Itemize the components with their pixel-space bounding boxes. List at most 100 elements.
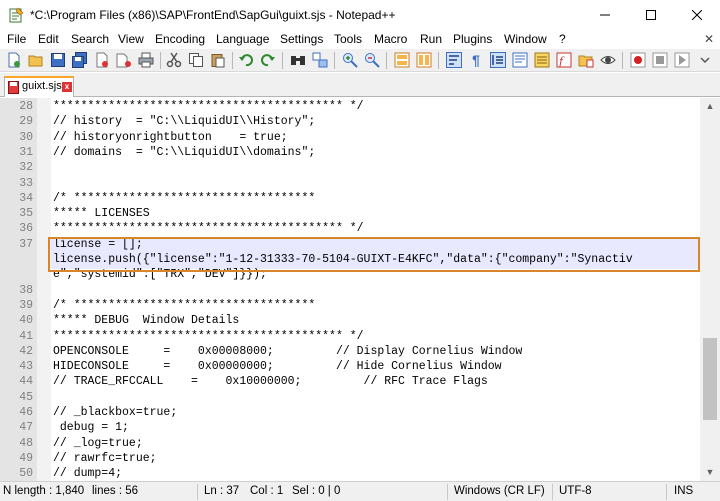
zoom-out-icon[interactable]: [364, 52, 380, 68]
window-title: *C:\Program Files (x86)\SAP\FrontEnd\Sap…: [30, 8, 396, 22]
code-line[interactable]: // historyonrightbutton = true;: [53, 131, 288, 144]
scrollbar-thumb[interactable]: [703, 338, 717, 420]
menu-settings[interactable]: Settings: [280, 32, 323, 46]
code-line[interactable]: // TRACE_RFCCALL = 0x10000000; // RFC Tr…: [53, 375, 488, 388]
save-icon[interactable]: [50, 52, 66, 68]
menu-edit[interactable]: Edit: [38, 32, 59, 46]
code-line[interactable]: HIDECONSOLE = 0x00000000; // Hide Cornel…: [53, 360, 502, 373]
macro-play-icon[interactable]: [674, 52, 690, 68]
status-selection: Sel : 0 | 0: [292, 485, 341, 497]
menu-macro[interactable]: Macro: [374, 32, 407, 46]
zoom-in-icon[interactable]: [342, 52, 358, 68]
line-number: 44: [19, 375, 33, 389]
code-line[interactable]: ****************************************…: [53, 222, 364, 235]
menu-view[interactable]: View: [118, 32, 144, 46]
menu-search[interactable]: Search: [71, 32, 109, 46]
status-bar: N length : 1,840 lines : 56 Ln : 37 Col …: [0, 481, 720, 501]
menu-bar: File Edit Search View Encoding Language …: [0, 30, 720, 49]
code-line[interactable]: OPENCONSOLE = 0x00008000; // Display Cor…: [53, 345, 522, 358]
line-number: 37: [19, 237, 33, 251]
code-line[interactable]: /* ***********************************: [53, 299, 315, 312]
minimize-button[interactable]: [582, 0, 628, 30]
scroll-up-arrow-icon[interactable]: ▲: [700, 98, 720, 115]
code-line[interactable]: // dump=4;: [53, 467, 122, 480]
open-file-icon[interactable]: [28, 52, 44, 68]
function-list-icon[interactable]: f: [556, 52, 572, 68]
code-line[interactable]: // _log=true;: [53, 437, 143, 450]
code-line[interactable]: // _blackbox=true;: [53, 406, 177, 419]
copy-icon[interactable]: [188, 52, 204, 68]
line-number: 41: [19, 329, 33, 343]
code-line[interactable]: // history = "C:\\LiquidUI\\History";: [53, 115, 315, 128]
toolbar-overflow-icon[interactable]: [697, 52, 713, 68]
code-line[interactable]: // rawrfc=true;: [53, 452, 157, 465]
sync-vertical-scroll-icon[interactable]: [394, 52, 410, 68]
folder-as-workspace-icon[interactable]: [578, 52, 594, 68]
unsaved-file-icon: [8, 81, 19, 94]
menu-close-document[interactable]: ✕: [704, 32, 714, 46]
menu-encoding[interactable]: Encoding: [155, 32, 205, 46]
title-bar: *C:\Program Files (x86)\SAP\FrontEnd\Sap…: [0, 0, 720, 30]
scroll-down-arrow-icon[interactable]: ▼: [700, 464, 720, 481]
close-button[interactable]: [674, 0, 720, 30]
code-line[interactable]: ****************************************…: [53, 330, 364, 343]
status-insert-mode[interactable]: INS: [674, 485, 693, 497]
status-separator: [197, 484, 198, 500]
line-number: 28: [19, 100, 33, 113]
code-line[interactable]: ****************************************…: [53, 100, 364, 113]
redo-icon[interactable]: [260, 52, 276, 68]
close-file-icon[interactable]: [94, 52, 110, 68]
tab-guixt-sjs[interactable]: guixt.sjs x: [4, 76, 74, 97]
new-file-icon[interactable]: [6, 52, 22, 68]
close-all-icon[interactable]: [116, 52, 132, 68]
undo-icon[interactable]: [238, 52, 254, 68]
tab-close-icon[interactable]: x: [62, 82, 72, 92]
status-eol-format[interactable]: Windows (CR LF): [454, 485, 545, 497]
show-all-characters-icon[interactable]: ¶: [468, 52, 484, 68]
line-number: 39: [19, 298, 33, 312]
line-number: 34: [19, 191, 33, 205]
menu-plugins[interactable]: Plugins: [453, 32, 492, 46]
fold-margin[interactable]: [37, 98, 51, 481]
line-number: 38: [19, 283, 33, 297]
status-separator: [447, 484, 448, 500]
menu-run[interactable]: Run: [420, 32, 442, 46]
cut-icon[interactable]: [166, 52, 182, 68]
vertical-scrollbar[interactable]: ▲ ▼: [700, 98, 720, 481]
sync-horizontal-scroll-icon[interactable]: [416, 52, 432, 68]
menu-language[interactable]: Language: [216, 32, 269, 46]
save-all-icon[interactable]: [72, 52, 88, 68]
find-icon[interactable]: [290, 52, 306, 68]
menu-file[interactable]: File: [7, 32, 26, 46]
editor[interactable]: 28 **************************************…: [0, 98, 720, 481]
line-number: 40: [19, 314, 33, 328]
toolbar-separator: [386, 52, 387, 69]
line-number: 31: [19, 145, 33, 159]
status-encoding[interactable]: UTF-8: [559, 485, 592, 497]
menu-tools[interactable]: Tools: [334, 32, 362, 46]
maximize-button[interactable]: [628, 0, 674, 30]
code-line[interactable]: ***** DEBUG Window Details: [53, 314, 239, 327]
word-wrap-icon[interactable]: [446, 52, 462, 68]
annotation-highlight-box: [48, 237, 700, 272]
print-icon[interactable]: [138, 52, 154, 68]
status-lines: lines : 56: [92, 485, 139, 497]
doc-map-icon[interactable]: [534, 52, 550, 68]
monitoring-icon[interactable]: [600, 52, 616, 68]
menu-window[interactable]: Window: [504, 32, 547, 46]
code-line[interactable]: debug = 1;: [53, 421, 129, 434]
indent-guide-icon[interactable]: [490, 52, 506, 68]
macro-stop-icon[interactable]: [652, 52, 668, 68]
macro-record-icon[interactable]: [630, 52, 646, 68]
minimize-icon: [600, 14, 610, 16]
code-line[interactable]: // domains = "C:\\LiquidUI\\domains";: [53, 146, 315, 159]
code-line[interactable]: ***** LICENSES: [53, 207, 150, 220]
replace-icon[interactable]: [312, 52, 328, 68]
menu-help[interactable]: ?: [559, 32, 566, 46]
code-line[interactable]: /* ***********************************: [53, 192, 315, 205]
language-define-icon[interactable]: [512, 52, 528, 68]
toolbar-separator: [622, 52, 623, 69]
line-number: 33: [19, 176, 33, 190]
line-number: 46: [19, 406, 33, 419]
paste-icon[interactable]: [210, 52, 226, 68]
